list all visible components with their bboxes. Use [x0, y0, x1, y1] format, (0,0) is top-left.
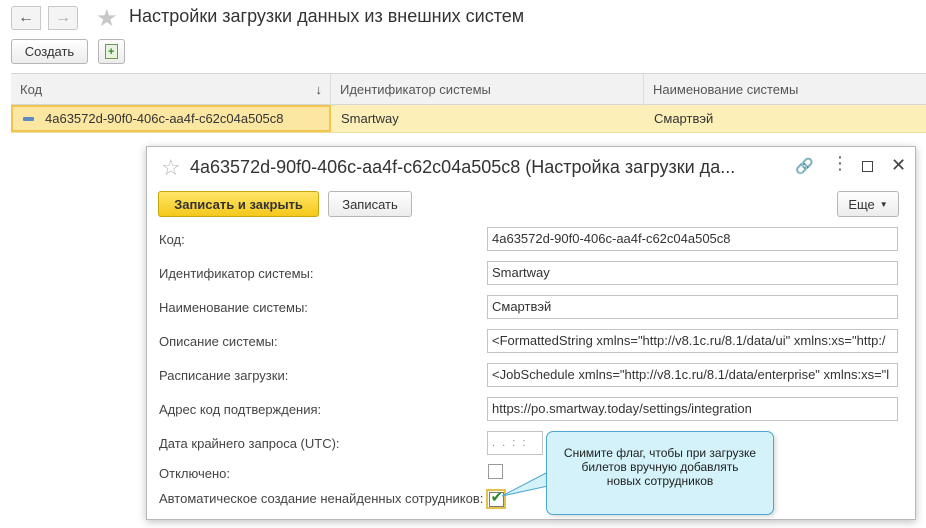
page-title: Настройки загрузки данных из внешних сис… — [129, 6, 525, 26]
add-document-icon — [105, 44, 118, 59]
confirm-url-field[interactable]: https://po.smartway.today/settings/integ… — [487, 397, 898, 421]
more-button[interactable]: Еще ▼ — [837, 191, 899, 217]
row-item-icon — [23, 117, 34, 121]
cell-system-name[interactable]: Смартвэй — [654, 105, 713, 132]
back-button[interactable]: ← — [11, 6, 41, 30]
description-field[interactable]: <FormattedString xmlns="http://v8.1c.ru/… — [487, 329, 898, 353]
sort-arrow-down-icon: ↓ — [315, 82, 323, 97]
close-icon[interactable]: ✕ — [891, 155, 906, 176]
column-header-label: Код — [20, 82, 43, 97]
confirm-url-label: Адрес код подтверждения: — [159, 402, 322, 417]
help-tooltip: Снимите флаг, чтобы при загрузке билетов… — [546, 431, 774, 515]
description-label: Описание системы: — [159, 334, 278, 349]
system-id-field[interactable]: Smartway — [487, 261, 898, 285]
code-field[interactable]: 4a63572d-90f0-406c-aa4f-c62c04a505c8 — [487, 227, 898, 251]
tooltip-text-line: билетов вручную добавлять — [581, 460, 739, 474]
save-and-close-button[interactable]: Записать и закрыть — [158, 191, 319, 217]
link-icon[interactable]: 🔗 — [795, 157, 814, 175]
dialog-title: 4a63572d-90f0-406c-aa4f-c62c04a505c8 (На… — [190, 157, 736, 177]
last-request-label: Дата крайнего запроса (UTC): — [159, 436, 340, 451]
cell-code-text: 4a63572d-90f0-406c-aa4f-c62c04a505c8 — [45, 111, 284, 126]
tooltip-pointer-icon — [501, 471, 549, 497]
auto-create-label: Автоматическое создание ненайденных сотр… — [159, 491, 484, 506]
caret-down-icon: ▼ — [879, 199, 888, 209]
schedule-field[interactable]: <JobSchedule xmlns="http://v8.1c.ru/8.1/… — [487, 363, 898, 387]
maximize-icon[interactable] — [862, 161, 873, 172]
save-button[interactable]: Записать — [328, 191, 412, 217]
more-button-label: Еще — [848, 196, 875, 212]
disabled-label: Отключено: — [159, 466, 230, 481]
cell-code[interactable]: 4a63572d-90f0-406c-aa4f-c62c04a505c8 — [11, 105, 331, 132]
create-button[interactable]: Создать — [11, 39, 88, 64]
favorite-star-icon[interactable]: ☆ — [161, 155, 181, 181]
arrow-right-icon: → — [55, 9, 71, 26]
system-name-label: Наименование системы: — [159, 300, 308, 315]
table-row[interactable]: 4a63572d-90f0-406c-aa4f-c62c04a505c8 Sma… — [11, 105, 926, 133]
more-vertical-icon[interactable]: ⋮ — [831, 153, 849, 174]
column-header-system-id[interactable]: Идентификатор системы — [331, 74, 644, 105]
column-header-system-name[interactable]: Наименование системы — [644, 74, 926, 105]
column-header-code[interactable]: Код ↓ — [11, 74, 331, 105]
settings-table: Код ↓ Идентификатор системы Наименование… — [11, 73, 926, 133]
tooltip-text-line: Снимите флаг, чтобы при загрузке — [563, 446, 757, 460]
system-id-label: Идентификатор системы: — [159, 266, 314, 281]
system-name-field[interactable]: Смартвэй — [487, 295, 898, 319]
last-request-field[interactable]: . . : : — [487, 431, 543, 455]
schedule-label: Расписание загрузки: — [159, 368, 289, 383]
copy-button[interactable] — [98, 39, 125, 64]
code-label: Код: — [159, 232, 185, 247]
settings-dialog: ☆ 4a63572d-90f0-406c-aa4f-c62c04a505c8 (… — [146, 146, 916, 520]
arrow-left-icon: ← — [18, 9, 34, 26]
favorite-star-icon[interactable]: ★ — [96, 4, 118, 33]
app-window: ← → ★ Настройки загрузки данных из внешн… — [0, 0, 926, 528]
forward-button[interactable]: → — [48, 6, 78, 30]
tooltip-text-line: новых сотрудников — [606, 474, 714, 488]
cell-system-id[interactable]: Smartway — [341, 105, 399, 132]
table-header: Код ↓ Идентификатор системы Наименование… — [11, 73, 926, 105]
